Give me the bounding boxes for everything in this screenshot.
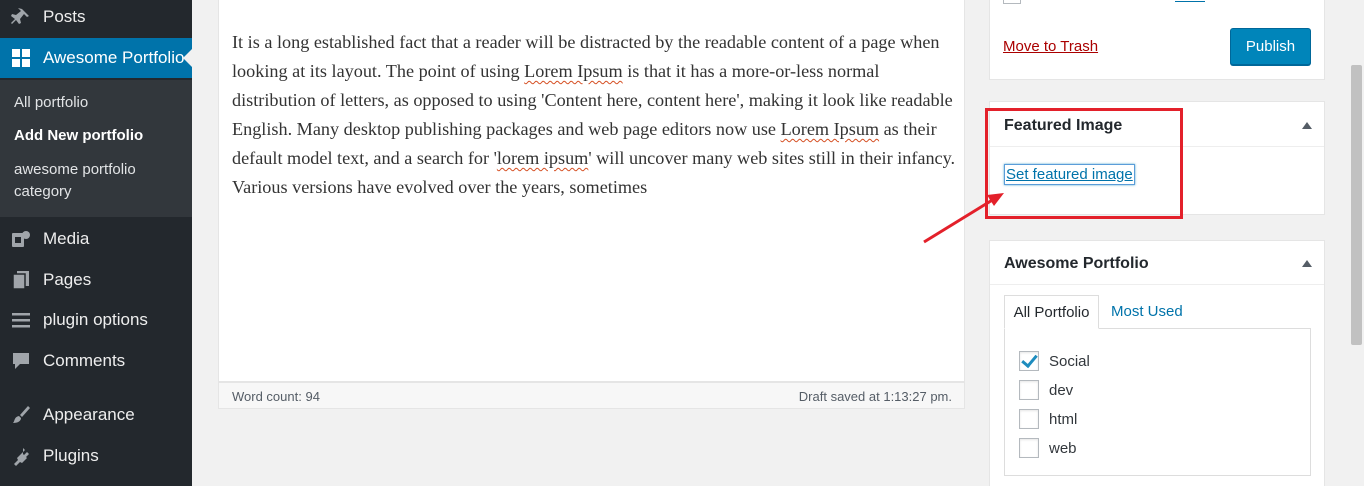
toggle-arrow-icon[interactable]: [1302, 260, 1312, 267]
menu-item-posts[interactable]: Posts: [0, 0, 192, 37]
featured-image-box: Featured Image Set featured image: [989, 101, 1325, 215]
submenu-all-portfolio[interactable]: All portfolio: [14, 92, 179, 114]
admin-sidebar: Posts Awesome Portfolio All portfolio Ad…: [0, 0, 192, 486]
submenu-portfolio-category[interactable]: awesome portfolio category: [14, 159, 179, 203]
awesome-portfolio-title: Awesome Portfolio: [1004, 255, 1149, 272]
spellcheck-word: Lorem Ipsum: [780, 119, 880, 139]
brush-icon: [10, 404, 32, 426]
menu-item-awesome-portfolio[interactable]: Awesome Portfolio: [0, 38, 192, 78]
publish-button[interactable]: Publish: [1230, 28, 1311, 65]
divider: [990, 284, 1324, 285]
menu-label: Comments: [43, 351, 126, 370]
publish-box: Move to Trash Publish: [989, 0, 1325, 80]
publish-option-checkbox[interactable]: [1003, 0, 1021, 4]
menu-label: Posts: [43, 7, 86, 26]
menu-item-plugin-options[interactable]: plugin options: [0, 300, 192, 340]
awesome-portfolio-box: Awesome Portfolio All Portfolio Most Use…: [989, 240, 1325, 486]
checkbox[interactable]: [1019, 380, 1039, 400]
publish-option-link[interactable]: [1175, 0, 1205, 2]
category-item-html[interactable]: html: [1019, 409, 1077, 429]
content-editor[interactable]: It is a long established fact that a rea…: [218, 0, 965, 382]
comment-icon: [10, 350, 32, 372]
menu-label: Pages: [43, 270, 92, 289]
category-list-panel: Social dev html web: [1004, 328, 1311, 476]
editor-body-text[interactable]: It is a long established fact that a rea…: [232, 28, 957, 202]
menu-label: Awesome Portfolio: [43, 48, 185, 67]
menu-label: plugin options: [43, 310, 148, 329]
checkbox[interactable]: [1019, 438, 1039, 458]
editor-status-bar: Word count: 94 Draft saved at 1:13:27 pm…: [218, 382, 965, 409]
featured-image-title: Featured Image: [1004, 117, 1123, 134]
annotation-arrow-icon: [923, 193, 1004, 244]
menu-item-pages[interactable]: Pages: [0, 260, 192, 300]
set-featured-image-link[interactable]: Set featured image: [1004, 164, 1135, 185]
tab-all-portfolio[interactable]: All Portfolio: [1004, 295, 1099, 329]
menu-label: Media: [43, 229, 90, 248]
menu-item-plugins[interactable]: Plugins: [0, 436, 192, 476]
menu-item-appearance[interactable]: Appearance: [0, 395, 192, 435]
plug-icon: [10, 445, 32, 467]
submenu-add-new-portfolio[interactable]: Add New portfolio: [14, 125, 179, 147]
scrollbar-thumb[interactable]: [1351, 65, 1362, 345]
toggle-arrow-icon[interactable]: [1302, 122, 1312, 129]
category-item-web[interactable]: web: [1019, 438, 1077, 458]
pin-icon: [10, 6, 32, 28]
draft-status: Draft saved at 1:13:27 pm.: [798, 389, 952, 404]
menu-item-media[interactable]: Media: [0, 219, 192, 259]
list-icon: [10, 309, 32, 331]
category-item-social[interactable]: Social: [1019, 351, 1090, 371]
checkbox[interactable]: [1019, 409, 1039, 429]
menu-label: Plugins: [43, 446, 99, 465]
media-icon: [10, 228, 32, 250]
tab-most-used[interactable]: Most Used: [1111, 303, 1183, 320]
menu-label: Appearance: [43, 405, 135, 424]
move-to-trash-link[interactable]: Move to Trash: [1003, 38, 1098, 55]
spellcheck-word: Lorem Ipsum: [524, 61, 623, 81]
grid-icon: [10, 47, 32, 69]
pages-icon: [10, 269, 32, 291]
divider: [990, 146, 1324, 147]
spellcheck-word: lorem ipsum: [496, 148, 589, 168]
word-count: Word count: 94: [232, 389, 320, 404]
category-item-dev[interactable]: dev: [1019, 380, 1073, 400]
checkbox-checked[interactable]: [1019, 351, 1039, 371]
menu-item-comments[interactable]: Comments: [0, 341, 192, 381]
portfolio-submenu: All portfolio Add New portfolio awesome …: [0, 80, 192, 217]
